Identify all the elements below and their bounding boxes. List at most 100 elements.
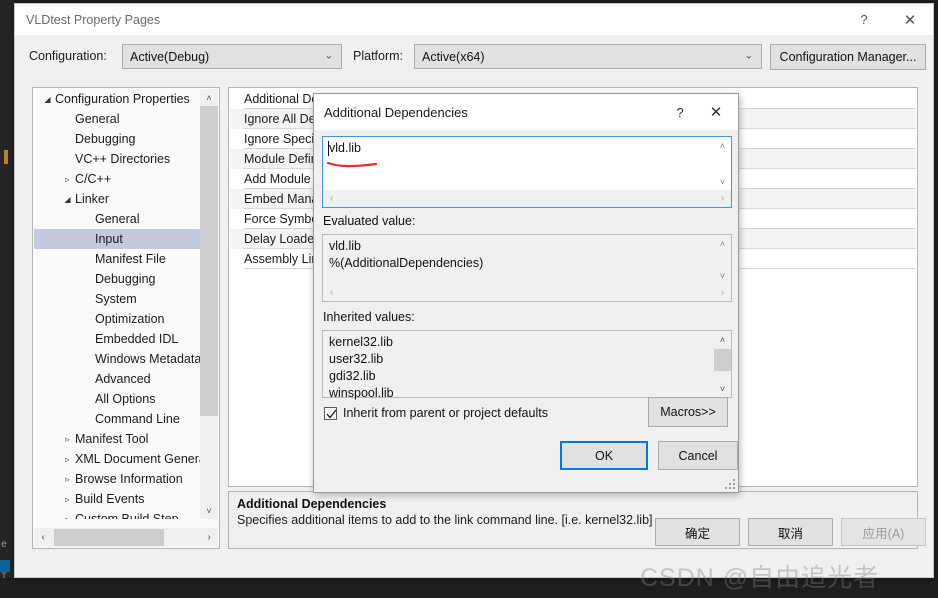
resize-grip-icon[interactable] [723,477,737,491]
tree-item-general[interactable]: General [34,209,202,229]
ok-button[interactable]: 确定 [655,518,740,546]
tree-item-debugging[interactable]: Debugging [34,269,202,289]
evaluated-scroll-left-button[interactable]: ‹ [323,287,340,298]
dialog-cancel-button[interactable]: Cancel [658,441,738,470]
evaluated-scroll-up-button[interactable]: ˄ [714,235,731,252]
dialog-footer: 确定 取消 应用(A) [15,518,933,577]
tree-item-system[interactable]: System [34,289,202,309]
tree-item-label: Command Line [95,412,180,426]
tree-expander-icon[interactable]: ◢ [60,195,75,204]
edit-scroll-right-button[interactable]: › [714,193,731,204]
edit-scroll-up-button[interactable]: ˄ [714,137,731,154]
inherit-checkbox-row[interactable]: Inherit from parent or project defaults [324,406,548,420]
dependencies-edit-field[interactable]: vld.lib ˄ ˅ ‹ › [322,136,732,208]
configuration-value: Active(Debug) [130,49,210,64]
tree-item-vc-directories[interactable]: VC++ Directories [34,149,202,169]
configuration-label: Configuration: [29,49,107,63]
tree-expander-icon[interactable]: ▹ [60,515,75,520]
tree-item-label: All Options [95,392,156,406]
tree-scroll-right-button[interactable]: › [200,532,218,543]
dialog-title: Additional Dependencies [324,104,468,120]
platform-combobox[interactable]: Active(x64) ⌄ [414,44,762,69]
edit-scroll-left-button[interactable]: ‹ [323,193,340,204]
tree-item-label: System [95,292,137,306]
tree-expander-icon[interactable]: ▹ [60,495,75,504]
backdrop-bottom-strip [0,578,938,598]
tree-item-input[interactable]: Input [34,229,202,249]
tree-item-label: Manifest Tool [75,432,149,446]
tree-item-linker[interactable]: ◢ Linker [34,189,202,209]
dialog-help-icon[interactable]: ? [662,94,698,130]
backdrop-marker-1 [4,150,8,164]
edit-scroll-down-button[interactable]: ˅ [714,173,731,190]
tree-item-debugging[interactable]: Debugging [34,129,202,149]
tree-scroll-left-button[interactable]: ‹ [34,532,52,543]
checkmark-icon [326,409,337,419]
tree-item-manifest-tool[interactable]: ▹ Manifest Tool [34,429,202,449]
tree-item-label: C/C++ [75,172,112,186]
tree-item-command-line[interactable]: Command Line [34,409,202,429]
platform-label: Platform: [353,49,404,63]
tree-item-custom-build-step[interactable]: ▹ Custom Build Step [34,509,202,519]
tree-item-embedded-idl[interactable]: Embedded IDL [34,329,202,349]
ok-button-label: 确定 [684,526,710,541]
evaluated-horizontal-scrollbar[interactable]: ‹ › [323,284,731,301]
dialog-close-icon[interactable]: ✕ [698,94,734,130]
evaluated-scroll-right-button[interactable]: › [714,287,731,298]
inherited-scroll-up-button[interactable]: ˄ [714,331,731,348]
tree-item-xml-document-generator[interactable]: ▹XML Document Generator [34,449,202,469]
dialog-ok-button[interactable]: OK [560,441,648,470]
chevron-down-icon: ⌄ [744,49,753,61]
tree-scroll-up-button[interactable]: ˄ [200,89,218,106]
tree-item-label: Manifest File [95,252,166,266]
edit-vertical-scrollbar[interactable]: ˄ ˅ [714,137,731,190]
platform-value: Active(x64) [422,49,485,64]
tree-item-label: General [75,112,120,126]
backdrop-marker-2 [0,560,10,572]
tree-item-all-options[interactable]: All Options [34,389,202,409]
tree-item-optimization[interactable]: Optimization [34,309,202,329]
tree-item-c-c[interactable]: ▹ C/C++ [34,169,202,189]
tree-item-advanced[interactable]: Advanced [34,369,202,389]
red-annotation-underline [327,161,377,168]
tree-vertical-scroll-thumb[interactable] [200,106,218,416]
evaluated-vertical-scrollbar[interactable]: ˄ ˅ [714,235,731,284]
macros-button[interactable]: Macros>> [648,397,728,427]
cancel-button[interactable]: 取消 [748,518,833,546]
configuration-bar: Configuration: Active(Debug) ⌄ Platform:… [15,35,933,80]
tree-item-manifest-file[interactable]: Manifest File [34,249,202,269]
tree-item-label: Windows Metadata [95,352,202,366]
tree-expander-icon[interactable]: ▹ [60,455,75,464]
tree-vertical-scrollbar[interactable]: ˄ ˅ [200,89,218,519]
close-icon[interactable]: ✕ [887,4,933,35]
tree-item-windows-metadata[interactable]: Windows Metadata [34,349,202,369]
configuration-tree[interactable]: ◢ Configuration Properties General Debuggin… [34,89,202,519]
tree-horizontal-scroll-thumb[interactable] [54,529,164,546]
tree-item-label: Debugging [75,132,136,146]
tree-item-label: Configuration Properties [55,92,190,106]
evaluated-scroll-down-button[interactable]: ˅ [714,267,731,284]
inherit-checkbox[interactable] [324,406,337,420]
dialog-cancel-label: Cancel [678,448,718,463]
tree-horizontal-scrollbar[interactable]: ‹ › [34,528,218,547]
tree-expander-icon[interactable]: ◢ [40,95,55,104]
tree-item-label: Linker [75,192,110,206]
tree-scroll-down-button[interactable]: ˅ [200,502,218,519]
tree-item-general[interactable]: General [34,109,202,129]
evaluated-value-label: Evaluated value: [323,214,416,228]
inherited-vertical-scrollbar[interactable]: ˄ ˅ [714,331,731,397]
backdrop-left-strip [0,0,14,598]
edit-horizontal-scrollbar[interactable]: ‹ › [323,190,731,207]
tree-item-label: Embedded IDL [95,332,179,346]
configuration-manager-button[interactable]: Configuration Manager... [770,44,926,70]
inherited-scroll-down-button[interactable]: ˅ [714,380,731,397]
tree-expander-icon[interactable]: ▹ [60,175,75,184]
help-icon[interactable]: ? [841,4,887,35]
configuration-combobox[interactable]: Active(Debug) ⌄ [122,44,342,69]
tree-expander-icon[interactable]: ▹ [60,435,75,444]
tree-item-configuration-properties[interactable]: ◢ Configuration Properties [34,89,202,109]
inherited-scroll-thumb[interactable] [714,349,731,371]
tree-item-browse-information[interactable]: ▹ Browse Information [34,469,202,489]
tree-item-build-events[interactable]: ▹ Build Events [34,489,202,509]
tree-expander-icon[interactable]: ▹ [60,475,75,484]
